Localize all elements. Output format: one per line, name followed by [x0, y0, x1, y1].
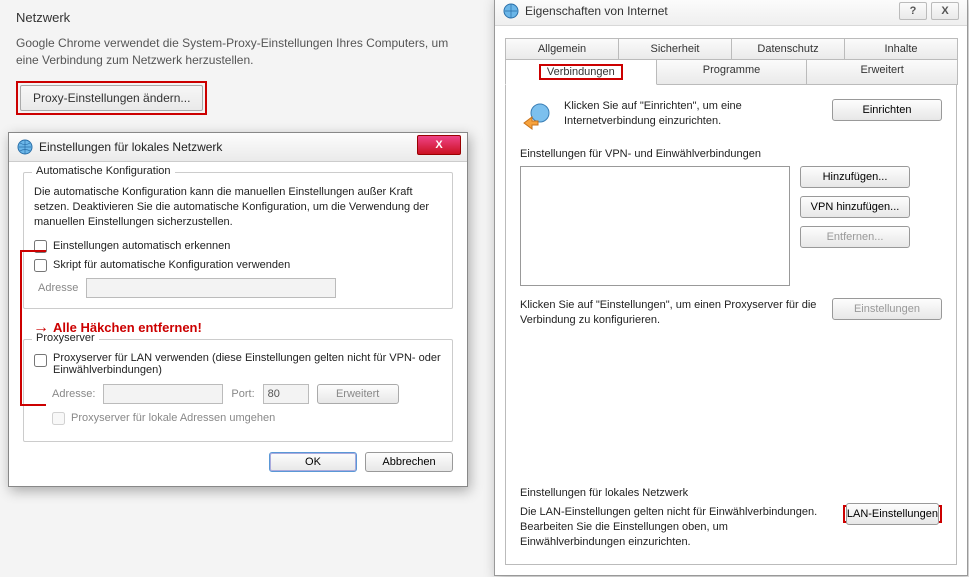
- tab-connections[interactable]: Verbindungen: [505, 59, 657, 85]
- proxy-group: Proxyserver Proxyserver für LAN verwende…: [23, 339, 453, 442]
- change-proxy-button[interactable]: Proxy-Einstellungen ändern...: [20, 85, 203, 111]
- lan-settings-button[interactable]: LAN-Einstellungen: [846, 503, 939, 525]
- chrome-settings-panel: Netzwerk Google Chrome verwendet die Sys…: [0, 0, 490, 125]
- tab-connections-label: Verbindungen: [541, 66, 621, 78]
- connection-settings-button[interactable]: Einstellungen: [832, 298, 942, 320]
- tab-general[interactable]: Allgemein: [505, 38, 619, 60]
- auto-script-label: Skript für automatische Konfiguration ve…: [53, 259, 290, 271]
- internet-properties-window: Eigenschaften von Internet ? X Allgemein…: [494, 0, 968, 576]
- tab-privacy[interactable]: Datenschutz: [731, 38, 845, 60]
- ie-title-text: Eigenschaften von Internet: [525, 4, 895, 18]
- use-proxy-checkbox[interactable]: [34, 354, 47, 367]
- proxy-address-input[interactable]: [103, 384, 223, 404]
- globe-icon: [503, 3, 519, 19]
- connection-wizard-icon: [520, 99, 554, 134]
- lan-title-text: Einstellungen für lokales Netzwerk: [39, 140, 222, 154]
- auto-detect-label: Einstellungen automatisch erkennen: [53, 240, 230, 252]
- setup-text: Klicken Sie auf "Einrichten", um eine In…: [564, 99, 822, 129]
- lan-section-label: Einstellungen für lokales Netzwerk: [520, 487, 942, 499]
- close-button[interactable]: X: [931, 2, 959, 20]
- proxy-legend: Proxyserver: [32, 332, 99, 344]
- auto-config-group: Automatische Konfiguration Die automatis…: [23, 172, 453, 309]
- connections-tab-panel: Klicken Sie auf "Einrichten", um eine In…: [505, 85, 957, 565]
- close-button[interactable]: X: [417, 135, 461, 155]
- highlight-lan-button: LAN-Einstellungen: [843, 505, 942, 523]
- auto-legend: Automatische Konfiguration: [32, 165, 175, 177]
- proxy-address-label: Adresse:: [52, 388, 95, 400]
- proxy-port-label: Port:: [231, 388, 254, 400]
- ie-titlebar[interactable]: Eigenschaften von Internet ? X: [495, 0, 967, 26]
- auto-script-checkbox[interactable]: [34, 259, 47, 272]
- proxy-hint-text: Klicken Sie auf "Einstellungen", um eine…: [520, 298, 822, 328]
- auto-detect-checkbox[interactable]: [34, 240, 47, 253]
- cancel-button[interactable]: Abbrechen: [365, 452, 453, 472]
- lan-titlebar[interactable]: Einstellungen für lokales Netzwerk X: [9, 133, 467, 162]
- auto-address-label: Adresse: [38, 282, 78, 294]
- ok-button[interactable]: OK: [269, 452, 357, 472]
- tab-security[interactable]: Sicherheit: [618, 38, 732, 60]
- setup-button[interactable]: Einrichten: [832, 99, 942, 121]
- auto-address-input[interactable]: [86, 278, 336, 298]
- advanced-button[interactable]: Erweitert: [317, 384, 399, 404]
- add-connection-button[interactable]: Hinzufügen...: [800, 166, 910, 188]
- tab-content[interactable]: Inhalte: [844, 38, 958, 60]
- remove-connection-button[interactable]: Entfernen...: [800, 226, 910, 248]
- vpn-section-label: Einstellungen für VPN- und Einwählverbin…: [520, 148, 942, 160]
- highlight-connections-tab: Verbindungen: [539, 64, 623, 80]
- network-heading: Netzwerk: [16, 10, 474, 25]
- tab-strip: Allgemein Sicherheit Datenschutz Inhalte…: [505, 38, 957, 85]
- bypass-local-label: Proxyserver für lokale Adressen umgehen: [71, 412, 275, 424]
- proxy-port-input[interactable]: [263, 384, 309, 404]
- vpn-connection-list[interactable]: [520, 166, 790, 286]
- globe-icon: [17, 139, 33, 155]
- highlight-proxy-button: Proxy-Einstellungen ändern...: [16, 81, 207, 115]
- tab-advanced[interactable]: Erweitert: [806, 59, 958, 85]
- lan-settings-dialog: Einstellungen für lokales Netzwerk X Aut…: [8, 132, 468, 487]
- lan-desc-text: Die LAN-Einstellungen gelten nicht für E…: [520, 505, 833, 550]
- add-vpn-button[interactable]: VPN hinzufügen...: [800, 196, 910, 218]
- bypass-local-checkbox[interactable]: [52, 412, 65, 425]
- auto-desc: Die automatische Konfiguration kann die …: [34, 185, 442, 230]
- help-button[interactable]: ?: [899, 2, 927, 20]
- use-proxy-label: Proxyserver für LAN verwenden (diese Ein…: [53, 352, 442, 376]
- network-desc: Google Chrome verwendet die System-Proxy…: [16, 35, 474, 69]
- tab-programs[interactable]: Programme: [656, 59, 808, 85]
